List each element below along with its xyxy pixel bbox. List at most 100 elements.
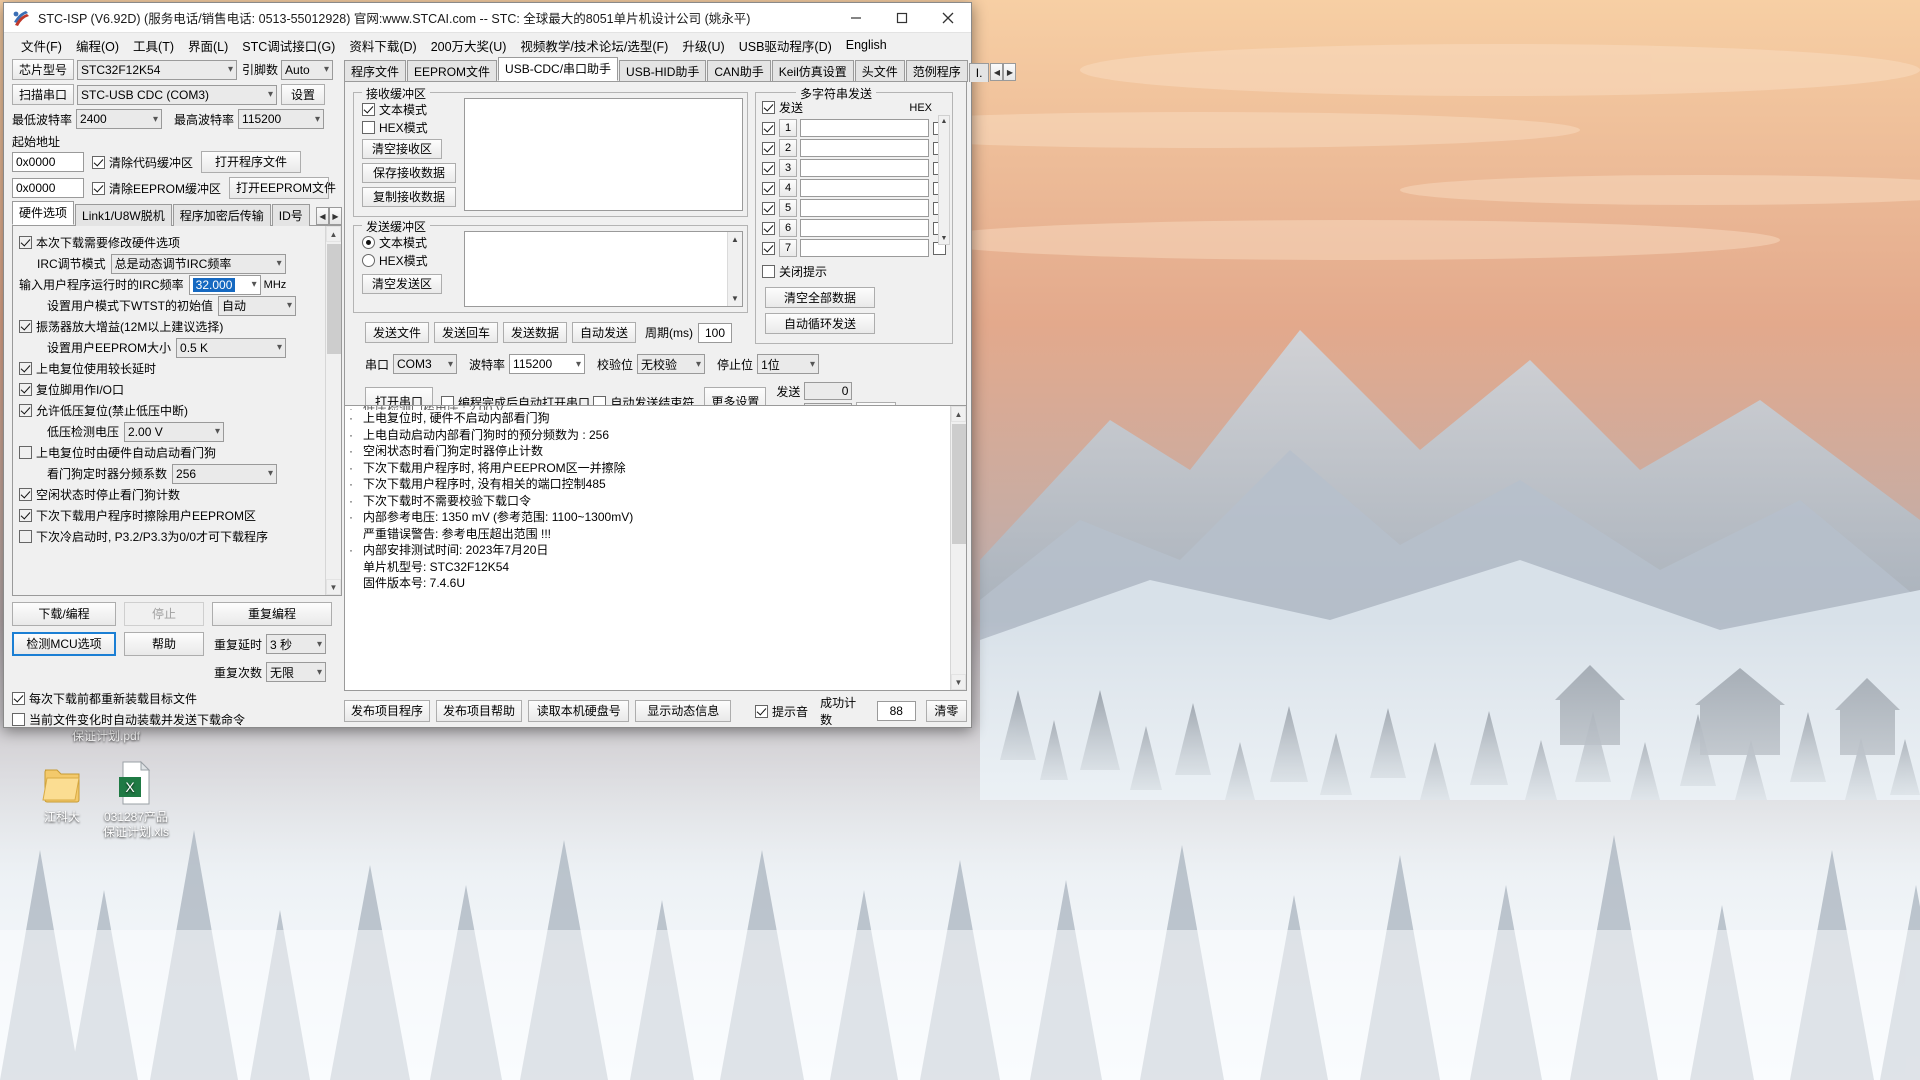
hw-option-row-3[interactable]: 设置用户模式下WTST的初始值 自动 ▾: [19, 295, 321, 316]
repeat-delay-select[interactable]: 3 秒 ▾: [266, 634, 327, 654]
hw-option-row-10[interactable]: 上电复位时由硬件自动启动看门狗: [19, 442, 321, 463]
port-select[interactable]: COM3 ▾: [393, 354, 458, 374]
pin-count-select[interactable]: Auto ▾: [281, 59, 334, 80]
desktop-icon-excel-file[interactable]: X 031287产品 保证计划.xls: [88, 760, 184, 840]
hw-option-select[interactable]: 总是动态调节IRC频率 ▾: [110, 253, 286, 274]
menu-item-6[interactable]: 200万大奖(U): [424, 33, 514, 58]
hw-option-select[interactable]: 256 ▾: [172, 463, 278, 484]
multi-send-input[interactable]: [800, 219, 929, 237]
right-tab-6[interactable]: 头文件: [854, 60, 905, 82]
scroll-down-icon[interactable]: ▼: [326, 579, 341, 595]
clear-code-buffer-checkbox[interactable]: 清除代码缓冲区: [92, 154, 193, 171]
repeat-program-button[interactable]: 重复编程: [212, 602, 332, 626]
right-tab-1[interactable]: EEPROM文件: [407, 60, 498, 82]
multi-send-row-1[interactable]: 2: [762, 139, 946, 157]
hw-option-row-12[interactable]: 空闲状态时停止看门狗计数: [19, 484, 321, 505]
hw-option-row-2[interactable]: 输入用户程序运行时的IRC频率 32.000 ▾ MHz: [19, 274, 321, 295]
hw-option-select[interactable]: 自动 ▾: [218, 295, 296, 316]
scroll-up-icon[interactable]: ▲: [728, 232, 742, 247]
period-input[interactable]: 100: [698, 322, 732, 343]
multi-send-input[interactable]: [800, 119, 929, 137]
auto-send-button[interactable]: 自动发送: [572, 322, 636, 343]
download-program-button[interactable]: 下载/编程: [12, 602, 116, 626]
code-start-address-input[interactable]: 0x0000: [12, 152, 84, 172]
save-receive-button[interactable]: 保存接收数据: [362, 163, 456, 183]
show-dynamic-info-button[interactable]: 显示动态信息: [635, 700, 732, 722]
auto-loop-send-button[interactable]: 自动循环发送: [765, 313, 875, 334]
left-tab-3[interactable]: ID号: [271, 204, 310, 226]
menu-item-9[interactable]: USB驱动程序(D): [732, 33, 839, 58]
menu-item-0[interactable]: 文件(F): [14, 33, 69, 58]
close-button[interactable]: [925, 3, 971, 33]
hw-option-row-13[interactable]: 下次下载用户程序时擦除用户EEPROM区: [19, 505, 321, 526]
right-tab-8[interactable]: I.: [968, 63, 990, 82]
right-tab-arrows[interactable]: ◀ ▶: [990, 63, 1017, 81]
left-tab-arrows[interactable]: ◀ ▶: [316, 207, 342, 225]
publish-help-button[interactable]: 发布项目帮助: [436, 700, 523, 722]
minimize-button[interactable]: [833, 3, 879, 33]
send-textarea-scrollbar[interactable]: ▲ ▼: [727, 232, 742, 306]
copy-receive-button[interactable]: 复制接收数据: [362, 187, 456, 207]
hw-option-row-5[interactable]: 设置用户EEPROM大小 0.5 K ▾: [19, 337, 321, 358]
chip-model-button[interactable]: 芯片型号: [12, 59, 74, 80]
tab-scroll-left-icon[interactable]: ◀: [990, 63, 1004, 81]
repeat-count-select[interactable]: 无限 ▾: [266, 662, 327, 682]
settings-button[interactable]: 设置: [281, 84, 325, 105]
left-tab-2[interactable]: 程序加密后传输: [172, 204, 271, 226]
right-tab-5[interactable]: Keil仿真设置: [771, 60, 854, 82]
stopbits-select[interactable]: 1位 ▾: [757, 354, 820, 374]
log-scrollbar[interactable]: ▲ ▼: [950, 406, 966, 690]
hw-option-row-14[interactable]: 下次冷启动时, P3.2/P3.3为0/0才可下载程序: [19, 526, 321, 547]
scroll-down-icon[interactable]: ▼: [728, 291, 742, 306]
baud-select[interactable]: 115200 ▾: [509, 354, 586, 374]
multi-send-index-button[interactable]: 5: [779, 199, 797, 217]
recv-text-mode-checkbox[interactable]: 文本模式: [362, 101, 427, 118]
multi-send-row-6[interactable]: 7: [762, 239, 946, 257]
multi-send-index-button[interactable]: 1: [779, 119, 797, 137]
right-tab-2[interactable]: USB-CDC/串口助手: [498, 57, 619, 81]
send-return-button[interactable]: 发送回车: [434, 322, 498, 343]
hw-option-row-0[interactable]: 本次下载需要修改硬件选项: [19, 232, 321, 253]
menu-item-4[interactable]: STC调试接口(G): [235, 33, 342, 58]
checkbox-icon[interactable]: [762, 201, 775, 215]
clear-eeprom-buffer-checkbox[interactable]: 清除EEPROM缓冲区: [92, 180, 221, 197]
menu-item-8[interactable]: 升级(U): [675, 33, 731, 58]
multi-send-index-button[interactable]: 6: [779, 219, 797, 237]
max-baud-select[interactable]: 115200 ▾: [238, 109, 325, 129]
hardware-options-scrollbar[interactable]: ▲ ▼: [325, 226, 341, 595]
multi-send-input[interactable]: [800, 159, 929, 177]
beep-checkbox[interactable]: 提示音: [755, 703, 808, 720]
menu-item-3[interactable]: 界面(L): [181, 33, 235, 58]
menu-item-10[interactable]: English: [839, 35, 894, 55]
checkbox-icon[interactable]: [762, 121, 775, 135]
right-tab-0[interactable]: 程序文件: [344, 60, 407, 82]
send-text-mode-radio[interactable]: 文本模式: [362, 234, 427, 251]
checkbox-icon[interactable]: [762, 141, 775, 155]
multi-send-input[interactable]: [800, 179, 929, 197]
reload-target-file-checkbox[interactable]: 每次下载前都重新装载目标文件: [12, 690, 197, 707]
multi-send-index-button[interactable]: 7: [779, 239, 797, 257]
scroll-up-icon[interactable]: ▲: [326, 226, 341, 242]
read-disk-serial-button[interactable]: 读取本机硬盘号: [528, 700, 630, 722]
scrollbar-thumb[interactable]: [327, 244, 341, 354]
send-file-button[interactable]: 发送文件: [365, 322, 429, 343]
hw-option-row-4[interactable]: 振荡器放大增益(12M以上建议选择): [19, 316, 321, 337]
right-tab-4[interactable]: CAN助手: [707, 60, 771, 82]
stop-button[interactable]: 停止: [124, 602, 204, 626]
multi-send-enable-checkbox[interactable]: 发送: [762, 99, 803, 116]
open-program-file-button[interactable]: 打开程序文件: [201, 151, 302, 173]
left-tab-1[interactable]: Link1/U8W脱机: [75, 204, 172, 226]
scroll-up-icon[interactable]: ▲: [951, 406, 966, 422]
checkbox-icon[interactable]: [762, 241, 775, 255]
hw-option-row-1[interactable]: IRC调节模式 总是动态调节IRC频率 ▾: [19, 253, 321, 274]
multi-send-index-button[interactable]: 4: [779, 179, 797, 197]
chip-model-select[interactable]: STC32F12K54 ▾: [77, 59, 237, 80]
multi-send-index-button[interactable]: 3: [779, 159, 797, 177]
window-titlebar[interactable]: STC-ISP (V6.92D) (服务电话/销售电话: 0513-550129…: [4, 3, 971, 33]
clear-send-button[interactable]: 清空发送区: [362, 274, 442, 294]
hw-option-select[interactable]: 32.000 ▾: [188, 274, 261, 295]
checkbox-icon[interactable]: [762, 161, 775, 175]
multi-send-input[interactable]: [800, 199, 929, 217]
eeprom-start-address-input[interactable]: 0x0000: [12, 178, 84, 198]
scrollbar-thumb[interactable]: [952, 424, 966, 544]
